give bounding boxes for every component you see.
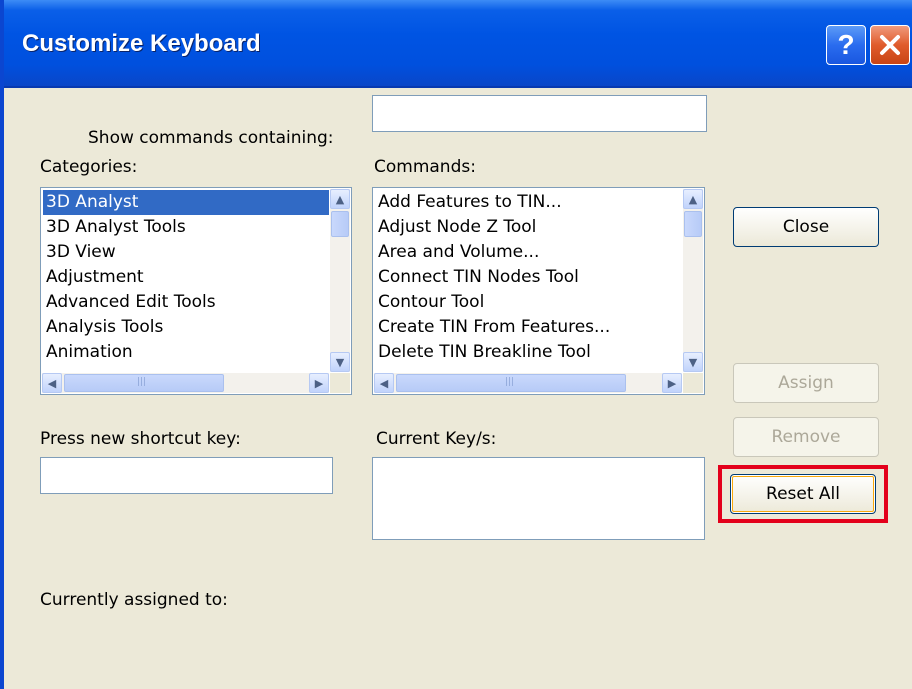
currently-assigned-label: Currently assigned to: (40, 590, 228, 610)
list-item[interactable]: Adjustment (43, 265, 329, 290)
list-item[interactable]: 3D Analyst (43, 190, 329, 215)
title-bar[interactable]: Customize Keyboard ? (4, 0, 912, 88)
shortcut-input[interactable] (40, 457, 333, 494)
dialog-title: Customize Keyboard (22, 30, 261, 57)
chevron-up-icon: ▲ (335, 192, 345, 206)
close-window-button[interactable] (870, 25, 910, 65)
scroll-right-button[interactable]: ▶ (309, 373, 329, 393)
list-item[interactable]: 3D Analyst Tools (43, 215, 329, 240)
scroll-thumb[interactable] (331, 211, 349, 237)
current-keys-label: Current Key/s: (376, 429, 497, 449)
customize-keyboard-dialog: Customize Keyboard ? Show commands conta… (0, 0, 912, 689)
categories-horizontal-scrollbar[interactable]: ◀ ||| ▶ (42, 373, 329, 393)
list-item[interactable]: Area and Volume... (375, 240, 682, 265)
scrollbar-corner (683, 373, 703, 393)
scroll-up-button[interactable]: ▲ (330, 189, 350, 209)
categories-label: Categories: (40, 157, 138, 177)
categories-items: 3D Analyst 3D Analyst Tools 3D View Adju… (43, 190, 329, 372)
chevron-down-icon: ▼ (335, 355, 345, 369)
list-item[interactable]: Connect TIN Nodes Tool (375, 265, 682, 290)
help-icon: ? (837, 29, 855, 60)
list-item[interactable]: 3D View (43, 240, 329, 265)
scrollbar-corner (330, 373, 350, 393)
chevron-right-icon: ▶ (314, 376, 324, 390)
scroll-down-button[interactable]: ▼ (330, 352, 350, 372)
reset-all-button[interactable]: Reset All (730, 474, 876, 514)
remove-button[interactable]: Remove (733, 417, 879, 457)
scroll-down-button[interactable]: ▼ (683, 352, 703, 372)
help-button[interactable]: ? (826, 25, 866, 65)
list-item[interactable]: Contour Tool (375, 290, 682, 315)
chevron-left-icon: ◀ (47, 376, 57, 390)
list-item[interactable]: Animation (43, 340, 329, 365)
chevron-up-icon: ▲ (688, 192, 698, 206)
scroll-thumb[interactable]: ||| (396, 374, 626, 392)
scroll-left-button[interactable]: ◀ (42, 373, 62, 393)
close-button[interactable]: Close (733, 207, 879, 247)
list-item[interactable]: Delete TIN Breakline Tool (375, 340, 682, 365)
chevron-right-icon: ▶ (667, 376, 677, 390)
commands-vertical-scrollbar[interactable]: ▲ ▼ (683, 189, 703, 372)
shortcut-label: Press new shortcut key: (40, 429, 241, 449)
list-item[interactable]: Adjust Node Z Tool (375, 215, 682, 240)
commands-horizontal-scrollbar[interactable]: ◀ ||| ▶ (374, 373, 682, 393)
search-input[interactable] (372, 95, 707, 132)
grip-icon: ||| (137, 377, 147, 387)
chevron-down-icon: ▼ (688, 355, 698, 369)
grip-icon: ||| (505, 377, 515, 387)
scroll-left-button[interactable]: ◀ (374, 373, 394, 393)
scroll-thumb[interactable]: ||| (64, 374, 224, 392)
list-item[interactable]: Create TIN From Features... (375, 315, 682, 340)
current-keys-list[interactable] (372, 457, 705, 540)
chevron-left-icon: ◀ (379, 376, 389, 390)
categories-vertical-scrollbar[interactable]: ▲ ▼ (330, 189, 350, 372)
scroll-thumb[interactable] (684, 211, 702, 237)
assign-button[interactable]: Assign (733, 363, 879, 403)
list-item[interactable]: Advanced Edit Tools (43, 290, 329, 315)
commands-list[interactable]: Add Features to TIN... Adjust Node Z Too… (372, 187, 705, 395)
commands-items: Add Features to TIN... Adjust Node Z Too… (375, 190, 682, 372)
categories-list[interactable]: 3D Analyst 3D Analyst Tools 3D View Adju… (40, 187, 352, 395)
commands-label: Commands: (374, 157, 476, 177)
scroll-right-button[interactable]: ▶ (662, 373, 682, 393)
list-item[interactable]: Analysis Tools (43, 315, 329, 340)
list-item[interactable]: Add Features to TIN... (375, 190, 682, 215)
scroll-up-button[interactable]: ▲ (683, 189, 703, 209)
search-label: Show commands containing: (88, 128, 334, 148)
close-icon (880, 35, 900, 55)
